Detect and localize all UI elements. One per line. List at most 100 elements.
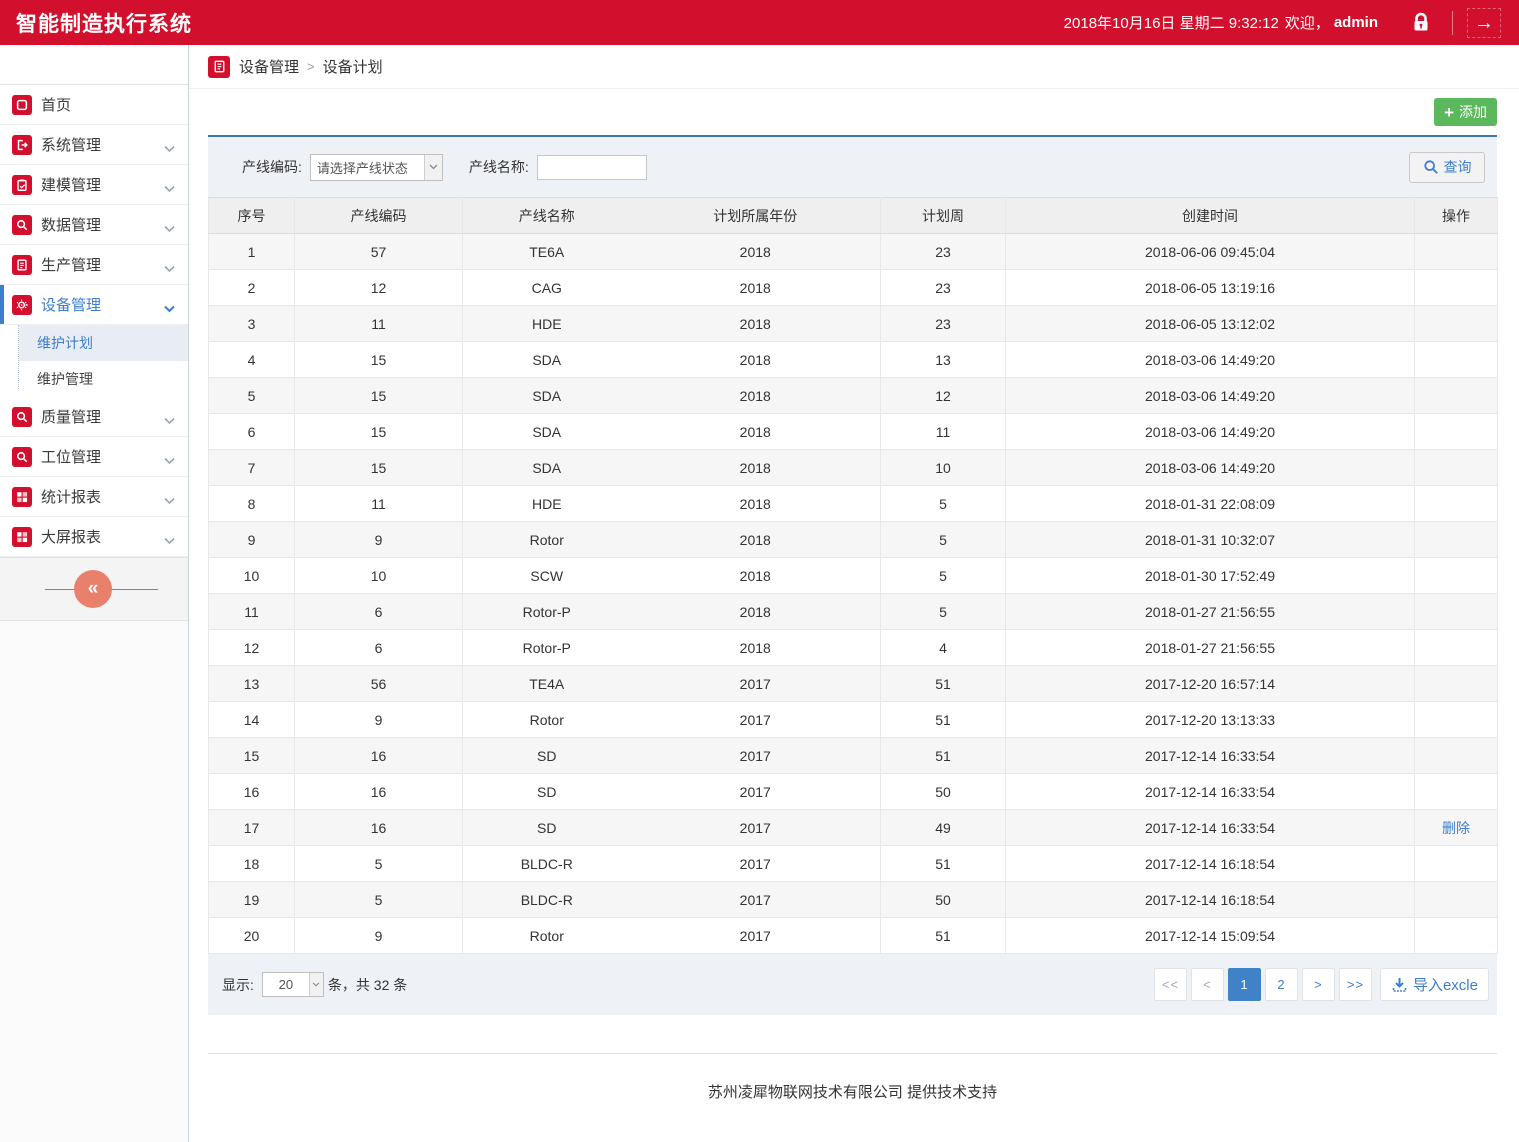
cell-plan-week: 51: [881, 702, 1006, 738]
sidebar-item-quality[interactable]: 质量管理: [0, 397, 188, 437]
logout-arrow-icon[interactable]: →: [1467, 8, 1501, 38]
line-code-label: 产线编码:: [242, 157, 302, 177]
search-icon: [12, 407, 32, 427]
add-button[interactable]: + 添加: [1434, 98, 1497, 126]
cell-line-name: Rotor-P: [463, 630, 631, 666]
line-name-input[interactable]: [537, 155, 647, 180]
page-footer: 苏州凌犀物联网技术有限公司 提供技术支持: [208, 1053, 1497, 1102]
cell-actions: [1415, 522, 1498, 558]
chevron-down-icon: [164, 180, 175, 197]
sidebar-item-data[interactable]: 数据管理: [0, 205, 188, 245]
cell-actions: [1415, 306, 1498, 342]
sidebar-item-station[interactable]: 工位管理: [0, 437, 188, 477]
last-page-button[interactable]: >>: [1339, 968, 1372, 1001]
page-size-label: 显示:: [222, 975, 254, 995]
cell-actions: [1415, 774, 1498, 810]
cell-line-name: Rotor: [463, 918, 631, 954]
cell-seq: 10: [209, 558, 295, 594]
cell-line-name: SDA: [463, 342, 631, 378]
table-row: 149Rotor2017512017-12-20 13:13:33: [209, 702, 1498, 738]
page-1-button[interactable]: 1: [1228, 968, 1261, 1001]
search-button[interactable]: 查询: [1409, 152, 1485, 183]
cell-line-name: CAG: [463, 270, 631, 306]
table-row: 1356TE4A2017512017-12-20 16:57:14: [209, 666, 1498, 702]
first-page-button[interactable]: <<: [1154, 968, 1187, 1001]
cell-line-code: 16: [295, 774, 463, 810]
sidebar-item-system[interactable]: 系统管理: [0, 125, 188, 165]
cell-created-at: 2018-06-05 13:19:16: [1006, 270, 1415, 306]
cell-created-at: 2017-12-20 16:57:14: [1006, 666, 1415, 702]
cell-plan-year: 2018: [631, 270, 881, 306]
cell-actions: [1415, 882, 1498, 918]
cell-plan-week: 5: [881, 594, 1006, 630]
cell-actions: [1415, 378, 1498, 414]
sidebar-collapse-button[interactable]: «: [74, 570, 112, 608]
sidebar-item-statistics[interactable]: 统计报表: [0, 477, 188, 517]
plan-table-body: 157TE6A2018232018-06-06 09:45:04212CAG20…: [209, 234, 1498, 954]
sidebar-item-bigscreen[interactable]: 大屏报表: [0, 517, 188, 557]
modeling-icon: [12, 175, 32, 195]
cell-actions: 删除: [1415, 810, 1498, 846]
cell-plan-year: 2018: [631, 342, 881, 378]
cell-plan-year: 2018: [631, 450, 881, 486]
sidebar-item-home[interactable]: 首页: [0, 85, 188, 125]
cell-line-code: 57: [295, 234, 463, 270]
col-header-line-code: 产线编码: [295, 198, 463, 234]
lock-icon[interactable]: [1404, 8, 1438, 38]
cell-plan-week: 51: [881, 738, 1006, 774]
cell-plan-week: 51: [881, 918, 1006, 954]
next-page-button[interactable]: >: [1302, 968, 1335, 1001]
cell-plan-year: 2018: [631, 522, 881, 558]
cell-line-name: SDA: [463, 414, 631, 450]
footer-text: 苏州凌犀物联网技术有限公司 提供技术支持: [208, 1054, 1497, 1102]
cell-line-name: Rotor: [463, 522, 631, 558]
col-header-plan-year: 计划所属年份: [631, 198, 881, 234]
table-row: 811HDE201852018-01-31 22:08:09: [209, 486, 1498, 522]
submenu-item-maintenance-management[interactable]: 维护管理: [19, 361, 188, 397]
sidebar-item-equipment[interactable]: 设备管理: [0, 285, 188, 325]
table-row: 157TE6A2018232018-06-06 09:45:04: [209, 234, 1498, 270]
cell-line-code: 56: [295, 666, 463, 702]
line-status-select[interactable]: 请选择产线状态: [310, 154, 443, 181]
sidebar-item-label: 生产管理: [41, 254, 101, 275]
breadcrumb: 设备管理 > 设备计划: [189, 45, 1519, 89]
page-2-button[interactable]: 2: [1265, 968, 1298, 1001]
breadcrumb-section[interactable]: 设备管理: [239, 56, 299, 77]
import-excel-button[interactable]: 导入excle: [1380, 968, 1489, 1001]
cell-seq: 14: [209, 702, 295, 738]
header-divider: [1452, 11, 1453, 35]
prev-page-button[interactable]: <: [1191, 968, 1224, 1001]
datetime-text: 2018年10月16日 星期二 9:32:12: [1064, 12, 1279, 33]
cell-created-at: 2018-03-06 14:49:20: [1006, 450, 1415, 486]
table-row: 311HDE2018232018-06-05 13:12:02: [209, 306, 1498, 342]
cell-created-at: 2017-12-14 16:18:54: [1006, 882, 1415, 918]
page-size-select[interactable]: 20: [262, 972, 324, 997]
cell-line-name: SD: [463, 774, 631, 810]
cell-line-code: 15: [295, 450, 463, 486]
download-icon: [1391, 976, 1408, 993]
table-row: 1010SCW201852018-01-30 17:52:49: [209, 558, 1498, 594]
cell-seq: 12: [209, 630, 295, 666]
cell-line-code: 16: [295, 738, 463, 774]
welcome-text: 欢迎，: [1285, 12, 1330, 33]
sidebar-item-modeling[interactable]: 建模管理: [0, 165, 188, 205]
total-count-text: 条，共 32 条: [328, 975, 407, 995]
breadcrumb-separator: >: [307, 59, 315, 74]
sidebar-item-production[interactable]: 生产管理: [0, 245, 188, 285]
table-row: 1516SD2017512017-12-14 16:33:54: [209, 738, 1498, 774]
cell-line-code: 10: [295, 558, 463, 594]
submenu-item-maintenance-plan[interactable]: 维护计划: [19, 325, 188, 361]
table-row: 209Rotor2017512017-12-14 15:09:54: [209, 918, 1498, 954]
cell-actions: [1415, 702, 1498, 738]
cell-seq: 6: [209, 414, 295, 450]
cell-plan-week: 50: [881, 882, 1006, 918]
cell-seq: 2: [209, 270, 295, 306]
cell-seq: 3: [209, 306, 295, 342]
col-header-seq: 序号: [209, 198, 295, 234]
cell-actions: [1415, 846, 1498, 882]
cell-line-name: TE6A: [463, 234, 631, 270]
cell-line-code: 12: [295, 270, 463, 306]
cell-created-at: 2018-06-05 13:12:02: [1006, 306, 1415, 342]
cell-actions: [1415, 666, 1498, 702]
delete-link[interactable]: 删除: [1442, 820, 1470, 836]
